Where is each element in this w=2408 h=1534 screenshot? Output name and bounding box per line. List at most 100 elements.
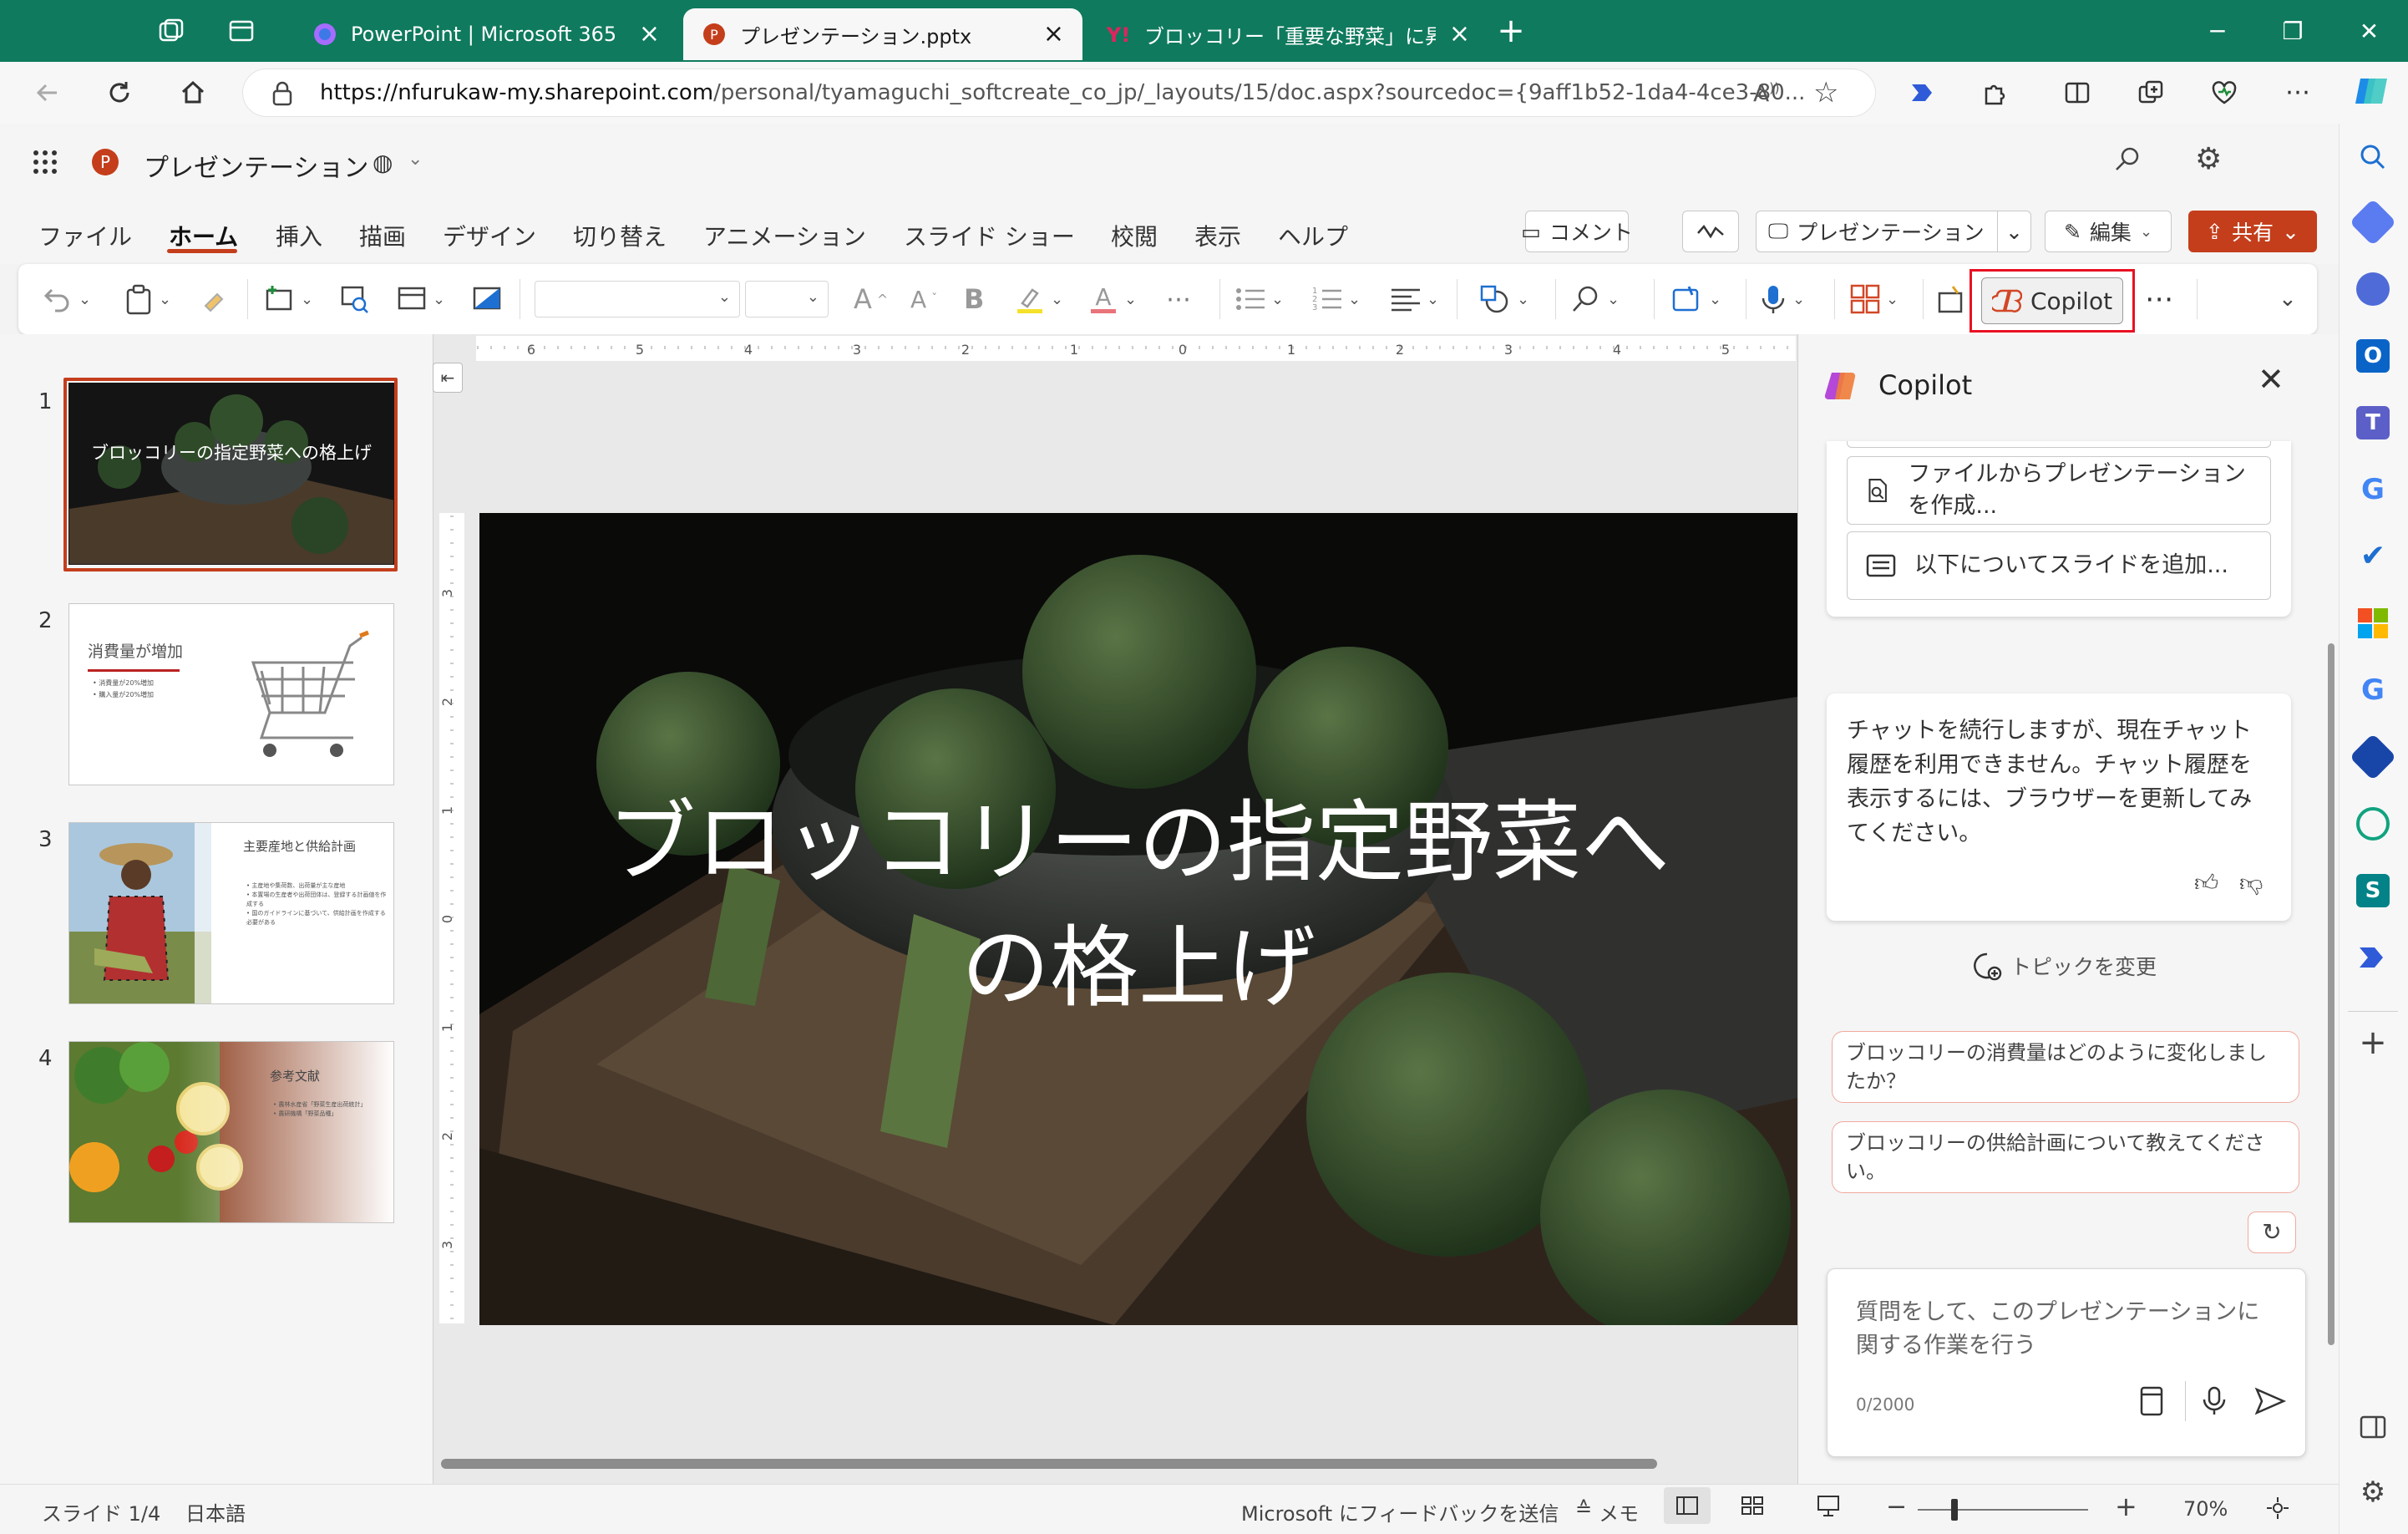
slide-thumbnail-3[interactable]: 主要産地と供給計画 • 主産地や集荷数、出荷量が主な産地 • 本置場の生産者や出荷… — [68, 822, 394, 1004]
font-family-select[interactable]: ⌄ — [535, 281, 740, 317]
zoom-in-icon[interactable]: + — [2115, 1491, 2137, 1522]
tab-review[interactable]: 校閲 — [1111, 219, 1158, 252]
app-diamond-icon[interactable] — [2349, 733, 2397, 781]
decrease-font-icon[interactable]: Aˇ — [910, 281, 937, 317]
mic-input-icon[interactable] — [2200, 1384, 2228, 1418]
slide-sorter-icon[interactable] — [1741, 1496, 1764, 1516]
share-button[interactable]: ⇪ 共有 ⌄ — [2188, 211, 2317, 252]
document-title[interactable]: プレゼンテーション — [144, 147, 368, 184]
expand-ribbon-icon[interactable]: ⌄ — [2279, 281, 2297, 317]
more-options-icon[interactable]: ⋯ — [2279, 74, 2317, 112]
microsoft-store-icon[interactable] — [2356, 607, 2390, 640]
extension-arrow-icon-2[interactable] — [2356, 941, 2390, 974]
font-size-select[interactable]: ⌄ — [745, 281, 829, 317]
feedback-link[interactable]: Microsoft にフィードバックを送信 — [1241, 1497, 1559, 1526]
url-bar[interactable]: https://nfurukaw-my.sharepoint.com/perso… — [242, 69, 1876, 117]
fit-to-window-icon[interactable] — [2265, 1496, 2290, 1521]
browser-essentials-icon[interactable] — [2205, 74, 2243, 112]
shapes-button[interactable]: ⌄ — [1478, 281, 1529, 317]
present-dropdown-icon[interactable]: ⌄ — [1997, 211, 2030, 251]
horizontal-ruler[interactable]: 6 5 4 3 2 1 0 1 2 3 4 5 — [476, 336, 1796, 361]
horizontal-scrollbar[interactable] — [441, 1459, 1657, 1469]
new-tab-icon[interactable]: + — [1492, 12, 1530, 50]
minimize-icon[interactable]: ─ — [2180, 0, 2255, 62]
extension-arrow-icon[interactable] — [1903, 74, 1941, 112]
change-topic-button[interactable]: トピックを変更 — [1972, 951, 2157, 981]
thumbs-down-icon[interactable]: 👎︎ — [2239, 869, 2263, 897]
prompt-guide-icon[interactable] — [2137, 1384, 2167, 1418]
notes-button[interactable]: ≙ メモ — [1575, 1497, 1639, 1526]
align-button[interactable]: ⌄ — [1390, 281, 1439, 317]
suggestion-chip-1[interactable]: ブロッコリーの消費量はどのように変化しましたか？ — [1832, 1031, 2299, 1103]
undo-button[interactable]: ⌄ — [42, 281, 91, 317]
slide-thumbnail-2[interactable]: 消費量が増加 • 消費量が20%増加 • 購入量が20%増加 — [68, 603, 394, 785]
send-icon[interactable] — [2253, 1384, 2287, 1418]
add-slide-about-button[interactable]: 以下についてスライドを追加... — [1847, 531, 2271, 600]
slide-canvas[interactable]: ブロッコリーの指定野菜へ の格上げ — [479, 513, 1797, 1325]
zoom-out-icon[interactable]: − — [1886, 1492, 1907, 1521]
normal-view-button[interactable] — [1664, 1487, 1711, 1524]
title-dropdown-icon[interactable]: ⌄ — [408, 149, 423, 170]
chat-input-box[interactable]: 質問をして、このプレゼンテーションに関する作業を行う 0/2000 — [1827, 1268, 2306, 1457]
tab-insert[interactable]: 挿入 — [276, 219, 322, 252]
tab-file[interactable]: ファイル — [38, 219, 132, 252]
tab-slideshow[interactable]: スライド ショー — [904, 219, 1075, 252]
restore-icon[interactable]: ❐ — [2255, 0, 2330, 62]
url-text[interactable]: https://nfurukaw-my.sharepoint.com/perso… — [320, 80, 1805, 105]
copilot-browser-icon[interactable] — [2350, 70, 2392, 112]
designer-ideas-button[interactable] — [1936, 281, 1968, 317]
close-tab-icon[interactable]: × — [639, 22, 660, 47]
tab-help[interactable]: ヘルプ — [1278, 219, 1348, 252]
bold-icon[interactable]: B — [964, 281, 984, 317]
editing-mode-button[interactable]: ✎ 編集 ⌄ — [2045, 211, 2172, 252]
tab-animations[interactable]: アニメーション — [703, 219, 866, 252]
outlook-icon[interactable]: O — [2356, 339, 2390, 373]
catch-up-button[interactable] — [1682, 211, 1739, 252]
favorite-star-icon[interactable]: ☆ — [1813, 76, 1838, 109]
paste-button[interactable]: ⌄ — [124, 281, 171, 317]
close-tab-icon[interactable]: × — [1449, 22, 1470, 47]
designer-button[interactable]: ⌄ — [1670, 281, 1721, 317]
reading-view-icon[interactable] — [1816, 1494, 1841, 1517]
increase-font-icon[interactable]: A ^ — [854, 281, 888, 317]
bullets-button[interactable]: ⌄ — [1234, 281, 1284, 317]
vertical-ruler[interactable]: 3210123 — [439, 513, 464, 1323]
refresh-icon[interactable] — [100, 74, 139, 112]
tab-actions-icon[interactable] — [227, 17, 256, 45]
read-aloud-icon[interactable]: A)) — [1753, 79, 1780, 107]
layout-button[interactable]: ⌄ — [396, 281, 445, 317]
lock-icon[interactable] — [271, 81, 293, 106]
search-sidebar-icon[interactable] — [2356, 140, 2390, 174]
more-ribbon-options-icon[interactable]: ⋯ — [2145, 281, 2173, 317]
tab-news[interactable]: Y! ブロッコリー「重要な野菜」に昇格…眼 × — [1087, 8, 1488, 60]
close-tab-icon[interactable]: × — [1043, 22, 1064, 47]
office-search-icon[interactable] — [2113, 145, 2142, 174]
tab-home[interactable]: ホーム — [169, 219, 238, 252]
saved-status-icon[interactable]: ◍ — [373, 149, 393, 176]
new-slide-button[interactable]: ⌄ — [264, 281, 313, 317]
collections-icon[interactable] — [2132, 74, 2170, 112]
suggestion-chip-2[interactable]: ブロッコリーの供給計画について教えてください。 — [1832, 1121, 2299, 1193]
highlight-button[interactable]: ⌄ — [1014, 281, 1063, 317]
zoom-slider-thumb[interactable] — [1951, 1499, 1958, 1521]
zoom-level[interactable]: 70% — [2183, 1497, 2228, 1521]
language-indicator[interactable]: 日本語 — [185, 1497, 246, 1526]
comment-button[interactable]: ▭ コメント — [1521, 211, 1633, 252]
close-window-icon[interactable]: ✕ — [2330, 0, 2408, 62]
format-painter-button[interactable] — [199, 281, 229, 317]
tab-powerpoint-m365[interactable]: PowerPoint | Microsoft 365 × — [294, 8, 678, 60]
copilot-scrollbar[interactable] — [2328, 643, 2334, 1345]
more-font-options-icon[interactable]: ⋯ — [1166, 281, 1191, 317]
tab-design[interactable]: デザイン — [443, 219, 536, 252]
split-screen-icon[interactable] — [2058, 74, 2096, 112]
tab-draw[interactable]: 描画 — [359, 219, 406, 252]
workspaces-icon[interactable] — [157, 17, 185, 45]
copilot-ribbon-button[interactable]: Copilot — [1981, 277, 2123, 324]
todo-check-icon[interactable]: ✔ — [2356, 540, 2390, 573]
app-launcher-icon[interactable] — [32, 149, 58, 175]
close-copilot-icon[interactable]: ✕ — [2258, 361, 2284, 398]
slide-title[interactable]: ブロッコリーの指定野菜へ の格上げ — [479, 780, 1797, 1031]
teams-icon[interactable]: T — [2356, 406, 2390, 439]
tab-view[interactable]: 表示 — [1194, 219, 1241, 252]
thumbs-up-icon[interactable]: 👍︎ — [2194, 869, 2218, 897]
